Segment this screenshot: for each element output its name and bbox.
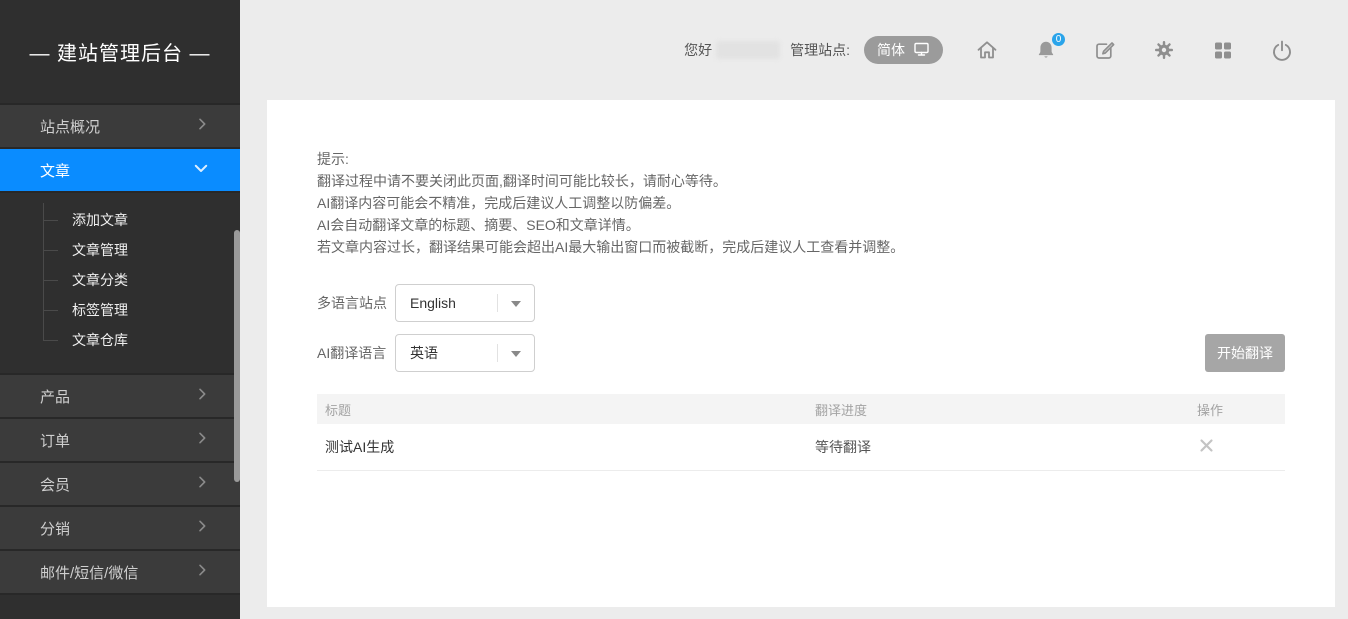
- sidebar-item-email-sms-wechat[interactable]: 邮件/短信/微信: [0, 551, 240, 595]
- sidebar-item-distribution[interactable]: 分销: [0, 507, 240, 551]
- translate-table: 标题 翻译进度 操作 测试AI生成 等待翻译: [317, 394, 1285, 471]
- sidebar-item-site-overview[interactable]: 站点概况: [0, 105, 240, 149]
- site-select-row: 多语言站点 English: [317, 284, 1285, 322]
- start-translate-button[interactable]: 开始翻译: [1205, 334, 1285, 372]
- submenu-item-article-manage[interactable]: 文章管理: [0, 235, 240, 265]
- submenu-item-article-warehouse[interactable]: 文章仓库: [0, 325, 240, 355]
- sidebar-item-label: 邮件/短信/微信: [40, 562, 138, 583]
- col-header-title: 标题: [317, 400, 815, 419]
- bell-icon[interactable]: 0: [1034, 38, 1058, 62]
- chevron-right-icon: [194, 474, 210, 494]
- header-icon-row: 0: [975, 38, 1294, 62]
- home-icon[interactable]: [975, 38, 999, 62]
- tips-title: 提示:: [317, 148, 1285, 170]
- sidebar-item-label: 产品: [40, 386, 70, 407]
- col-header-action: 操作: [1197, 400, 1285, 419]
- sidebar-item-label: 订单: [40, 430, 70, 451]
- gear-icon[interactable]: [1152, 38, 1176, 62]
- table-row: 测试AI生成 等待翻译: [317, 424, 1285, 471]
- col-header-progress: 翻译进度: [815, 400, 1197, 419]
- sidebar-item-products[interactable]: 产品: [0, 375, 240, 419]
- tips-line: AI翻译内容可能会不精准，完成后建议人工调整以防偏差。: [317, 192, 1285, 214]
- language-badge[interactable]: 简体: [864, 36, 943, 64]
- row-action-cell: [1197, 438, 1285, 456]
- main-card: 提示: 翻译过程中请不要关闭此页面,翻译时间可能比较长，请耐心等待。 AI翻译内…: [267, 100, 1335, 607]
- sidebar-nav: 站点概况 文章 添加文章 文章管理 文章分类 标签管理 文章仓库 产品: [0, 103, 240, 595]
- submenu-item-tag-manage[interactable]: 标签管理: [0, 295, 240, 325]
- tips-line: AI会自动翻译文章的标题、摘要、SEO和文章详情。: [317, 214, 1285, 236]
- ai-select-value: 英语: [410, 343, 438, 363]
- submenu-item-add-article[interactable]: 添加文章: [0, 205, 240, 235]
- table-header-row: 标题 翻译进度 操作: [317, 394, 1285, 424]
- chevron-right-icon: [194, 430, 210, 450]
- site-language-select[interactable]: English: [395, 284, 535, 322]
- sidebar-item-label: 会员: [40, 474, 70, 495]
- select-divider: [497, 344, 498, 362]
- row-progress: 等待翻译: [815, 437, 1197, 457]
- content-column: 您好 管理站点: 简体: [240, 0, 1348, 619]
- site-select-value: English: [410, 295, 456, 311]
- monitor-icon: [913, 41, 930, 60]
- language-badge-label: 简体: [877, 40, 905, 60]
- top-header: 您好 管理站点: 简体: [240, 0, 1348, 100]
- sidebar-item-label: 文章: [40, 160, 70, 181]
- ai-select-row: AI翻译语言 英语: [317, 334, 1285, 372]
- sidebar-item-articles[interactable]: 文章: [0, 149, 240, 193]
- row-title: 测试AI生成: [317, 437, 815, 457]
- caret-down-icon: [511, 351, 521, 357]
- sidebar-item-label: 分销: [40, 518, 70, 539]
- ai-select-label: AI翻译语言: [317, 343, 395, 363]
- power-icon[interactable]: [1270, 38, 1294, 62]
- close-icon[interactable]: [1199, 438, 1214, 456]
- tips-block: 提示: 翻译过程中请不要关闭此页面,翻译时间可能比较长，请耐心等待。 AI翻译内…: [317, 148, 1285, 258]
- chevron-right-icon: [194, 518, 210, 538]
- site-select-label: 多语言站点: [317, 293, 395, 313]
- sidebar-scrollbar-thumb[interactable]: [234, 230, 240, 482]
- chevron-right-icon: [194, 116, 210, 136]
- caret-down-icon: [511, 301, 521, 307]
- edit-icon[interactable]: [1093, 38, 1117, 62]
- articles-submenu: 添加文章 文章管理 文章分类 标签管理 文章仓库: [0, 193, 240, 375]
- manage-site-label: 管理站点:: [790, 40, 850, 60]
- app-title: — 建站管理后台 —: [0, 0, 240, 103]
- app-root: — 建站管理后台 — 站点概况 文章 添加文章 文章管理 文章分类 标签管理 文…: [0, 0, 1348, 619]
- chevron-right-icon: [194, 386, 210, 406]
- notification-badge: 0: [1050, 31, 1067, 48]
- sidebar-item-members[interactable]: 会员: [0, 463, 240, 507]
- tips-line: 若文章内容过长，翻译结果可能会超出AI最大输出窗口而被截断，完成后建议人工查看并…: [317, 236, 1285, 258]
- submenu-item-article-category[interactable]: 文章分类: [0, 265, 240, 295]
- chevron-right-icon: [194, 562, 210, 582]
- ai-language-select[interactable]: 英语: [395, 334, 535, 372]
- sidebar-item-label: 站点概况: [40, 116, 100, 137]
- username-redacted: [716, 41, 780, 59]
- chevron-down-icon: [192, 159, 210, 181]
- translate-form: 多语言站点 English AI翻译语言 英语 开始翻译: [317, 284, 1285, 372]
- tips-line: 翻译过程中请不要关闭此页面,翻译时间可能比较长，请耐心等待。: [317, 170, 1285, 192]
- greeting-text: 您好: [684, 40, 712, 60]
- grid-icon[interactable]: [1211, 38, 1235, 62]
- sidebar: — 建站管理后台 — 站点概况 文章 添加文章 文章管理 文章分类 标签管理 文…: [0, 0, 240, 619]
- sidebar-item-orders[interactable]: 订单: [0, 419, 240, 463]
- select-divider: [497, 294, 498, 312]
